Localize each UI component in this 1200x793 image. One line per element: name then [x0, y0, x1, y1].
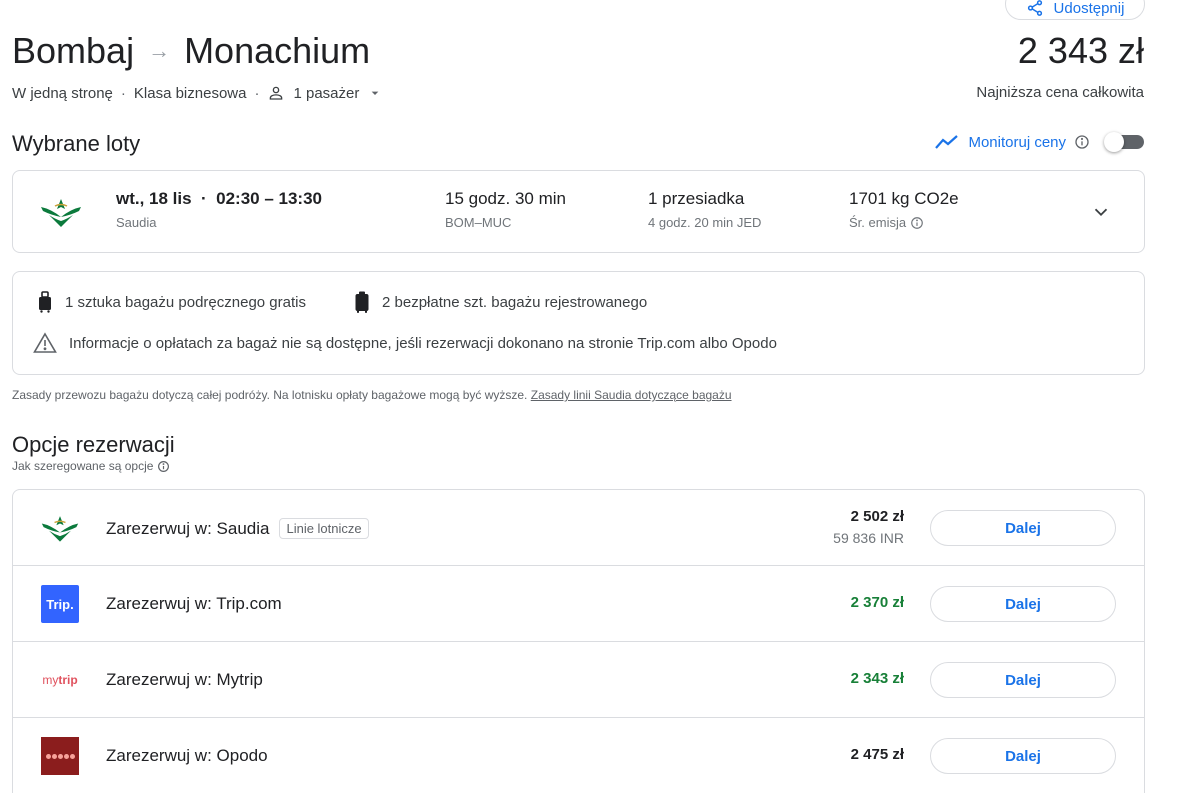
saudia-logo-icon: [40, 508, 80, 548]
option-price: 2 475 zł: [850, 746, 904, 763]
total-price: 2 343 zł: [1017, 30, 1144, 71]
passenger-count: 1 pasażer: [293, 84, 360, 102]
baggage-info-card: 1 sztuka bagażu podręcznego gratis 2 bez…: [12, 271, 1145, 375]
flight-emissions: 1701 kg CO2e: [849, 189, 959, 208]
option-name: Zarezerwuj w: Trip.com: [106, 594, 282, 613]
track-prices-label: Monitoruj ceny: [968, 133, 1066, 151]
selected-flights-heading: Wybrane loty: [12, 131, 141, 156]
arrow-right-icon: →: [148, 38, 171, 63]
warning-icon: [33, 332, 57, 353]
info-icon[interactable]: [1074, 134, 1090, 150]
trip-type: W jedną stronę: [12, 84, 113, 102]
option-price: 2 343 zł: [850, 670, 904, 687]
carry-on-bag-icon: [39, 291, 51, 313]
booking-options-list: Zarezerwuj w: Saudia Linie lotnicze 2 50…: [12, 489, 1145, 793]
price-tracking: Monitoruj ceny: [934, 132, 1144, 152]
chevron-down-icon[interactable]: [1090, 201, 1112, 223]
continue-button-tripcom[interactable]: Dalej: [930, 586, 1116, 622]
airline-name: Saudia: [116, 215, 157, 230]
carry-on-text: 1 sztuka bagażu podręcznego gratis: [65, 293, 306, 311]
saudia-logo-icon: [39, 195, 83, 234]
caret-down-icon: [372, 91, 379, 95]
booking-options-heading: Opcje rezerwacji: [12, 432, 175, 457]
option-price-inr: 59 836 INR: [833, 530, 904, 546]
baggage-policy-link[interactable]: Zasady linii Saudia dotyczące bagażu: [531, 388, 732, 402]
person-icon: [270, 86, 283, 100]
flight-layover: 4 godz. 20 min JED: [648, 215, 762, 230]
track-prices-toggle[interactable]: [1104, 132, 1144, 152]
checked-bag-icon: [355, 291, 369, 313]
booking-option-saudia: Zarezerwuj w: Saudia Linie lotnicze 2 50…: [13, 490, 1144, 566]
info-icon: [158, 460, 170, 472]
baggage-note: Zasady przewozu bagażu dotyczą całej pod…: [12, 388, 732, 402]
trend-icon: [935, 135, 959, 149]
flight-date-time: wt., 18 lis · 02:30 – 13:30: [116, 189, 323, 208]
airline-badge: Linie lotnicze: [279, 518, 369, 539]
continue-button-mytrip[interactable]: Dalej: [930, 662, 1116, 698]
option-price: 2 370 zł: [850, 594, 904, 611]
option-name: Zarezerwuj w: Mytrip: [106, 670, 263, 689]
checked-bag-text: 2 bezpłatne szt. bagażu rejestrowanego: [382, 293, 648, 311]
cabin-class: Klasa biznesowa: [133, 84, 247, 102]
option-name: Zarezerwuj w: Opodo: [106, 746, 268, 765]
trip-summary: W jedną stronę · Klasa biznesowa · 1 pas…: [12, 84, 383, 102]
share-button[interactable]: Udostępnij: [1005, 0, 1145, 20]
continue-button-opodo[interactable]: Dalej: [930, 738, 1116, 774]
flight-stops: 1 przesiadka: [648, 189, 745, 208]
mytrip-logo-icon: mytrip: [42, 673, 78, 687]
flight-duration: 15 godz. 30 min: [445, 189, 566, 208]
opodo-logo-icon: [41, 737, 79, 775]
origin-city: Bombaj: [12, 30, 135, 71]
selected-flight-card[interactable]: wt., 18 lis · 02:30 – 13:30 Saudia 15 go…: [12, 170, 1145, 253]
booking-option-opodo: Zarezerwuj w: Opodo 2 475 zł Dalej: [13, 718, 1144, 793]
emissions-label: Śr. emisja: [849, 215, 959, 230]
flight-route: BOM–MUC: [445, 215, 512, 230]
lowest-price-label: Najniższa cena całkowita: [976, 84, 1144, 101]
destination-city: Monachium: [184, 30, 371, 71]
continue-button-saudia[interactable]: Dalej: [930, 510, 1116, 546]
booking-option-tripcom: Trip. Zarezerwuj w: Trip.com 2 370 zł Da…: [13, 566, 1144, 642]
share-label: Udostępnij: [1053, 0, 1125, 17]
info-icon[interactable]: [910, 216, 924, 230]
option-name: Zarezerwuj w: Saudia: [106, 518, 270, 538]
ranking-info[interactable]: Jak szeregowane są opcje: [12, 459, 170, 473]
share-icon: [1027, 0, 1042, 16]
passenger-selector[interactable]: 1 pasażer: [267, 84, 383, 102]
tripcom-logo-icon: Trip.: [41, 585, 79, 623]
option-price: 2 502 zł: [850, 508, 904, 525]
booking-option-mytrip: mytrip Zarezerwuj w: Mytrip 2 343 zł Dal…: [13, 642, 1144, 718]
page-title: Bombaj → Monachium: [12, 30, 370, 72]
baggage-warning-text: Informacje o opłatach za bagaż nie są do…: [69, 334, 777, 352]
